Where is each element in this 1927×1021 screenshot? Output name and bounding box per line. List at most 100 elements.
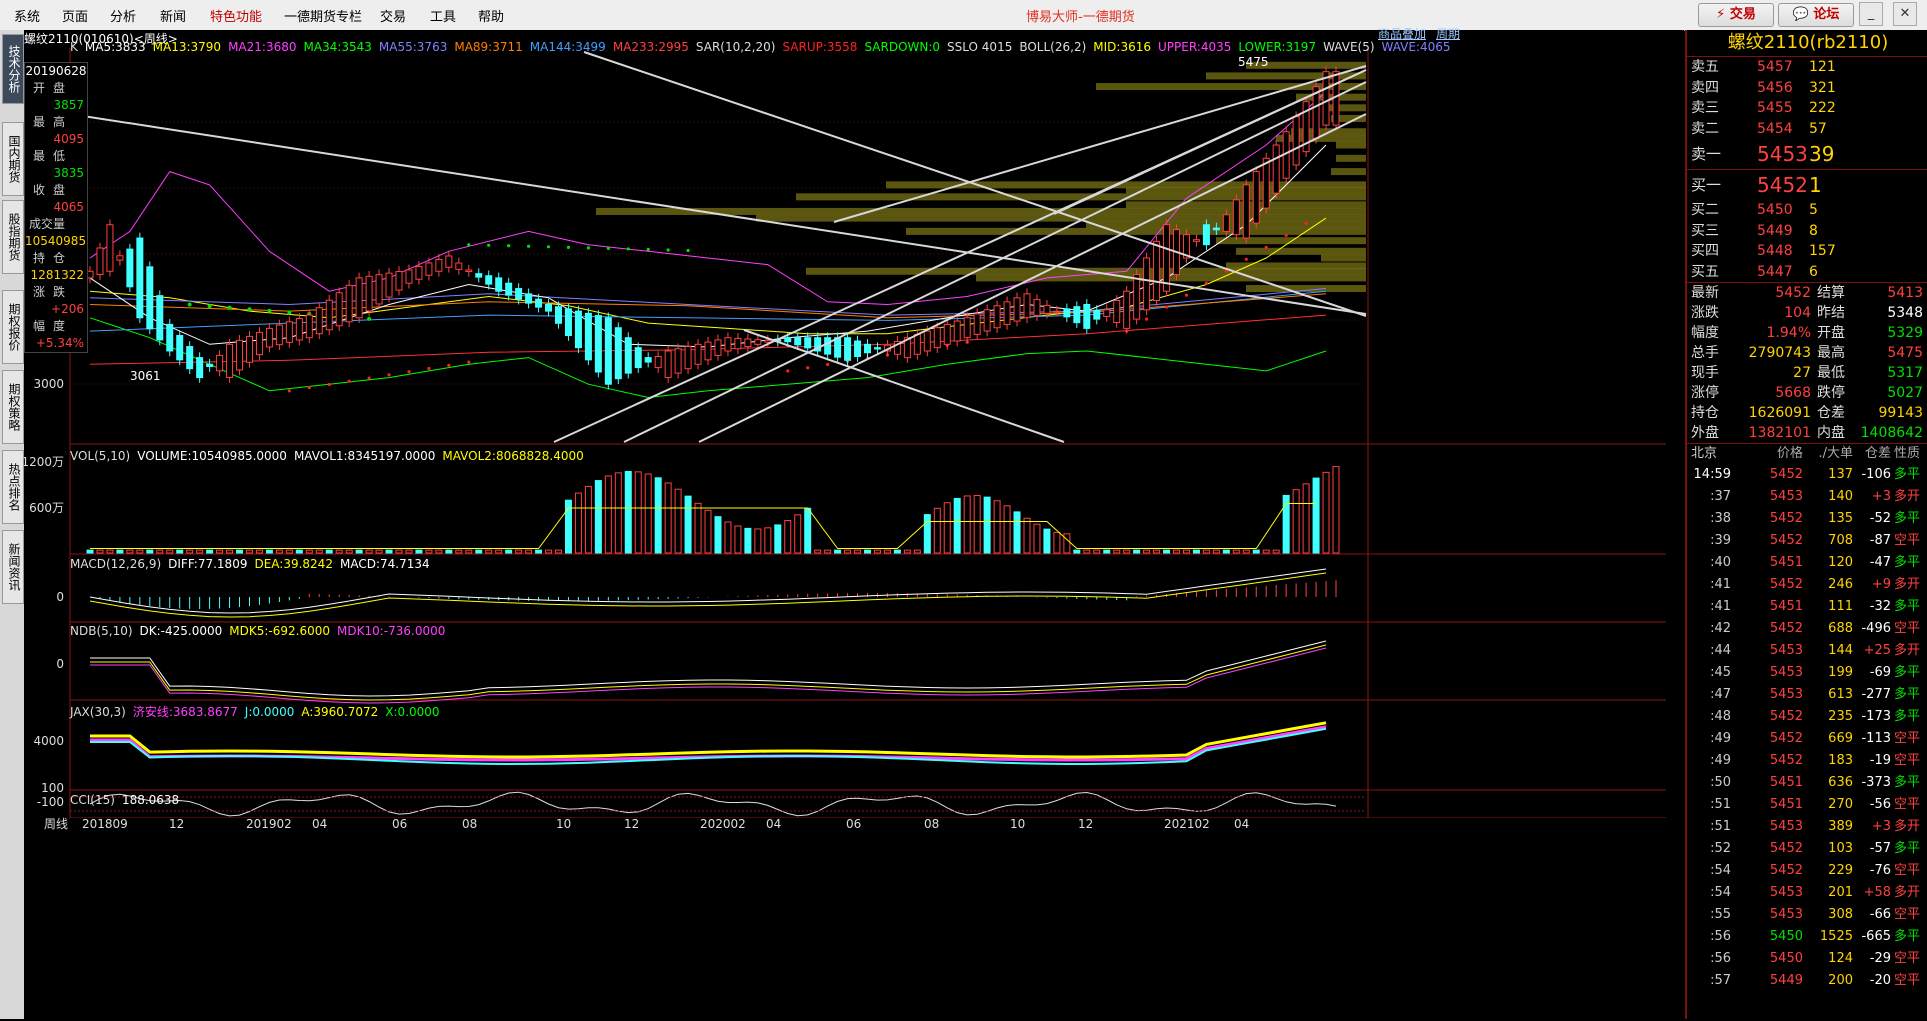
candle-body [664, 350, 672, 379]
tick-price: 5453 [1769, 885, 1803, 900]
tick-row[interactable]: :47 5453 613 -277 多平 [1687, 684, 1927, 706]
tab-technical-analysis[interactable]: 技术分析 [2, 34, 24, 104]
close-button[interactable]: ✕ [1893, 2, 1917, 26]
volume-profile-bar [1336, 154, 1366, 162]
menu-news[interactable]: 新闻 [160, 6, 186, 25]
orderbook-row[interactable]: 卖五 5457 121 [1687, 57, 1927, 78]
volume-axis-label: 1200万 [24, 455, 64, 469]
sar-dot [686, 248, 690, 253]
menu-analysis[interactable]: 分析 [110, 6, 136, 25]
tick-row[interactable]: :56 5450 1525 -665 多平 [1687, 926, 1927, 948]
menu-trade[interactable]: 交易 [380, 6, 406, 25]
x-axis-tick: 04 [312, 817, 327, 831]
tab-options-quotes[interactable]: 期权报价 [2, 290, 24, 364]
menu-page[interactable]: 页面 [62, 6, 88, 25]
info-label: 开盘 [33, 81, 74, 95]
tick-row[interactable]: :52 5452 103 -57 多平 [1687, 838, 1927, 860]
tick-row[interactable]: :42 5452 688 -496 空平 [1687, 618, 1927, 640]
tick-row[interactable]: :48 5452 235 -173 多平 [1687, 706, 1927, 728]
candle-body [1242, 184, 1250, 239]
tick-col-nature: 性质 [1894, 446, 1921, 461]
tab-domestic-futures[interactable]: 国内期货 [2, 122, 24, 196]
candle-body [405, 269, 413, 284]
volume-bar [1113, 549, 1121, 554]
candle-body [1023, 293, 1031, 319]
menu-special-features[interactable]: 特色功能 [210, 6, 262, 25]
volume-profile-bar [1216, 237, 1366, 245]
volume-bar [535, 549, 543, 554]
candle-body [455, 262, 463, 270]
info-value: +206 [51, 302, 84, 316]
minimize-button[interactable]: _ [1859, 2, 1883, 26]
tick-row[interactable]: :54 5453 201 +58 多开 [1687, 882, 1927, 904]
tick-time: :54 [1710, 885, 1731, 900]
tick-row[interactable]: :54 5452 229 -76 空平 [1687, 860, 1927, 882]
orderbook-row[interactable]: 卖三 5455 222 [1687, 98, 1927, 119]
orderbook-row[interactable]: 买三 5449 8 [1687, 221, 1927, 242]
volume-bar [1302, 483, 1310, 554]
volume-bar [664, 482, 672, 554]
orderbook-row[interactable]: 卖四 5456 321 [1687, 78, 1927, 99]
menu-tools[interactable]: 工具 [430, 6, 456, 25]
tick-row[interactable]: 14:59 5452 137 -106 多平 [1687, 464, 1927, 486]
orderbook-row[interactable]: 买二 5450 5 [1687, 200, 1927, 221]
tick-row[interactable]: :45 5453 199 -69 多平 [1687, 662, 1927, 684]
chart-area[interactable]: 547530614000350030001200万600万004000100-1… [21, 27, 1684, 1018]
tick-row[interactable]: :49 5452 669 -113 空平 [1687, 728, 1927, 750]
tick-row[interactable]: :38 5452 135 -52 多平 [1687, 508, 1927, 530]
tick-nature: 空平 [1894, 863, 1921, 878]
tick-nature: 多开 [1894, 577, 1921, 592]
sar-dot [806, 366, 810, 370]
candle-body [255, 331, 263, 356]
orderbook-row[interactable]: 买一 5452 1 [1687, 170, 1927, 200]
volume-bar [993, 500, 1001, 554]
volume-bar [505, 549, 513, 554]
menu-help[interactable]: 帮助 [478, 6, 504, 25]
orderbook-row[interactable]: 买四 5448 157 [1687, 241, 1927, 262]
tick-row[interactable]: :41 5451 111 -32 多平 [1687, 596, 1927, 618]
stat-row: 涨停 5668 跌停 5027 [1687, 383, 1927, 403]
orderbook-row[interactable]: 卖一 5453 39 [1687, 139, 1927, 169]
tick-row[interactable]: :37 5453 140 +3 多开 [1687, 486, 1927, 508]
tick-row[interactable]: :56 5450 124 -29 空平 [1687, 948, 1927, 970]
volume-bar [186, 549, 194, 554]
tick-row[interactable]: :49 5452 183 -19 空平 [1687, 750, 1927, 772]
tick-time: :49 [1710, 753, 1731, 768]
tick-row[interactable]: :39 5452 708 -87 空平 [1687, 530, 1927, 552]
forum-button[interactable]: 💬 论坛 [1778, 3, 1854, 27]
tick-volume: 103 [1828, 841, 1853, 856]
menu-yide-column[interactable]: 一德期货专栏 [284, 6, 362, 25]
tick-row[interactable]: :50 5451 636 -373 多平 [1687, 772, 1927, 794]
candle-body [1202, 224, 1210, 246]
tick-row[interactable]: :55 5453 308 -66 空平 [1687, 904, 1927, 926]
tick-row[interactable]: :51 5451 270 -56 空平 [1687, 794, 1927, 816]
jax-indicator-value: J:0.0000 [244, 705, 295, 719]
candle-body [435, 258, 443, 272]
tick-volume: 688 [1828, 621, 1853, 636]
kline-chart[interactable]: 547530614000350030001200万600万004000100-1… [21, 30, 1684, 1018]
ndb-indicator-value: DK:-425.0000 [139, 624, 223, 638]
sar-dot [287, 310, 292, 315]
volume-bar [1083, 549, 1091, 554]
tab-options-strategy[interactable]: 期权策略 [2, 370, 24, 444]
sar-dot [566, 245, 571, 249]
trade-button[interactable]: ⚡ 交易 [1698, 3, 1774, 27]
stat-label: 跌停 [1817, 385, 1845, 401]
tick-row[interactable]: :44 5453 144 +25 多开 [1687, 640, 1927, 662]
tab-news-info[interactable]: 新闻资讯 [2, 530, 24, 604]
tick-time: :55 [1710, 907, 1731, 922]
stat-label: 涨停 [1691, 385, 1719, 401]
volume-bar [804, 507, 812, 554]
tick-row[interactable]: :51 5453 389 +3 多开 [1687, 816, 1927, 838]
orderbook-row[interactable]: 买五 5447 6 [1687, 262, 1927, 283]
tick-list[interactable]: 14:59 5452 137 -106 多平:37 5453 140 +3 多开:38 5452 1… [1687, 464, 1927, 992]
orderbook-row[interactable]: 卖二 5454 57 [1687, 119, 1927, 140]
tick-row[interactable]: :41 5452 246 +9 多开 [1687, 574, 1927, 596]
menu-system[interactable]: 系统 [14, 6, 40, 25]
info-value: 3857 [53, 98, 84, 112]
tick-row[interactable]: :40 5451 120 -47 多平 [1687, 552, 1927, 574]
tab-hot-ranking[interactable]: 热点排名 [2, 450, 24, 524]
tick-row[interactable]: :57 5449 200 -20 空平 [1687, 970, 1927, 992]
tab-index-futures[interactable]: 股指期货 [2, 200, 24, 274]
tick-oi-change: -76 [1869, 863, 1891, 878]
